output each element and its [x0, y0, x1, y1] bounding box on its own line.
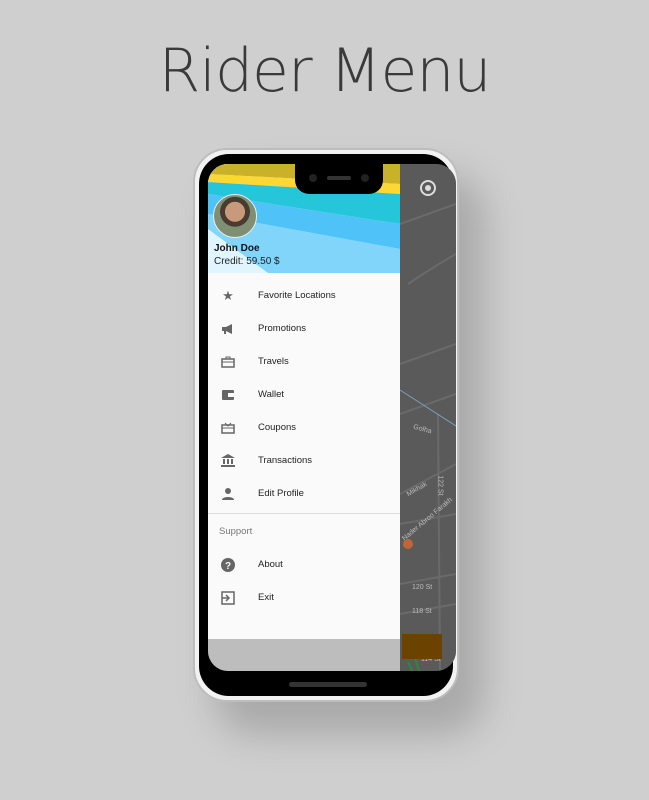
menu-item-label: About: [258, 559, 283, 570]
menu-item-label: Exit: [258, 592, 274, 603]
svg-text:?: ?: [225, 561, 231, 572]
support-heading: Support: [219, 526, 253, 537]
menu-item-promotions[interactable]: Promotions: [208, 312, 400, 345]
bank-icon: [221, 454, 235, 468]
menu-item-exit[interactable]: Exit: [208, 581, 400, 614]
briefcase-icon: [221, 355, 235, 369]
menu-item-label: Transactions: [258, 455, 313, 466]
menu-item-favorite-locations[interactable]: ★ Favorite Locations: [208, 279, 400, 312]
megaphone-icon: [221, 322, 235, 336]
menu-item-label: Wallet: [258, 389, 285, 400]
my-location-icon[interactable]: [420, 180, 436, 196]
gift-card-icon: [221, 421, 235, 435]
map-label: 122 St: [436, 475, 444, 496]
user-name: John Doe: [214, 243, 260, 254]
menu-item-transactions[interactable]: Transactions: [208, 444, 400, 477]
navigation-drawer: John Doe Credit: 59.50 $ ★ Favorite Locat…: [208, 164, 400, 639]
menu-item-wallet[interactable]: Wallet: [208, 378, 400, 411]
map-building: [402, 634, 442, 659]
map-label: 120 St: [412, 584, 433, 591]
menu-item-label: Favorite Locations: [258, 290, 336, 301]
person-icon: [221, 487, 235, 501]
star-icon: ★: [222, 287, 234, 303]
user-credit: Credit: 59.50 $: [214, 256, 280, 267]
menu-item-label: Promotions: [258, 323, 307, 334]
speaker-grille: [327, 176, 351, 180]
page-title: Rider Menu: [158, 36, 492, 106]
phone-bezel: Golha Mikhak 122 St Nader Abroo Farakh 1…: [199, 154, 456, 696]
camera-icon: [361, 174, 369, 182]
menu-item-label: Coupons: [258, 422, 297, 433]
help-icon: ?: [221, 557, 235, 572]
phone-frame: Golha Mikhak 122 St Nader Abroo Farakh 1…: [193, 148, 459, 702]
camera-icon: [309, 174, 317, 182]
map-label: 118 St: [412, 608, 432, 615]
menu-item-about[interactable]: ? About: [208, 548, 400, 581]
home-indicator[interactable]: [289, 682, 367, 687]
avatar[interactable]: [213, 194, 257, 238]
wallet-icon: [221, 388, 235, 402]
exit-icon: [221, 590, 235, 605]
drawer-bottom-area: [208, 639, 400, 671]
menu-item-label: Travels: [258, 356, 289, 367]
menu-item-coupons[interactable]: Coupons: [208, 411, 400, 444]
camera-notch: [295, 164, 383, 194]
menu-item-travels[interactable]: Travels: [208, 345, 400, 378]
menu-item-edit-profile[interactable]: Edit Profile: [208, 477, 400, 510]
divider: [208, 513, 400, 514]
phone-screen: Golha Mikhak 122 St Nader Abroo Farakh 1…: [208, 164, 456, 671]
menu-item-label: Edit Profile: [258, 488, 304, 499]
